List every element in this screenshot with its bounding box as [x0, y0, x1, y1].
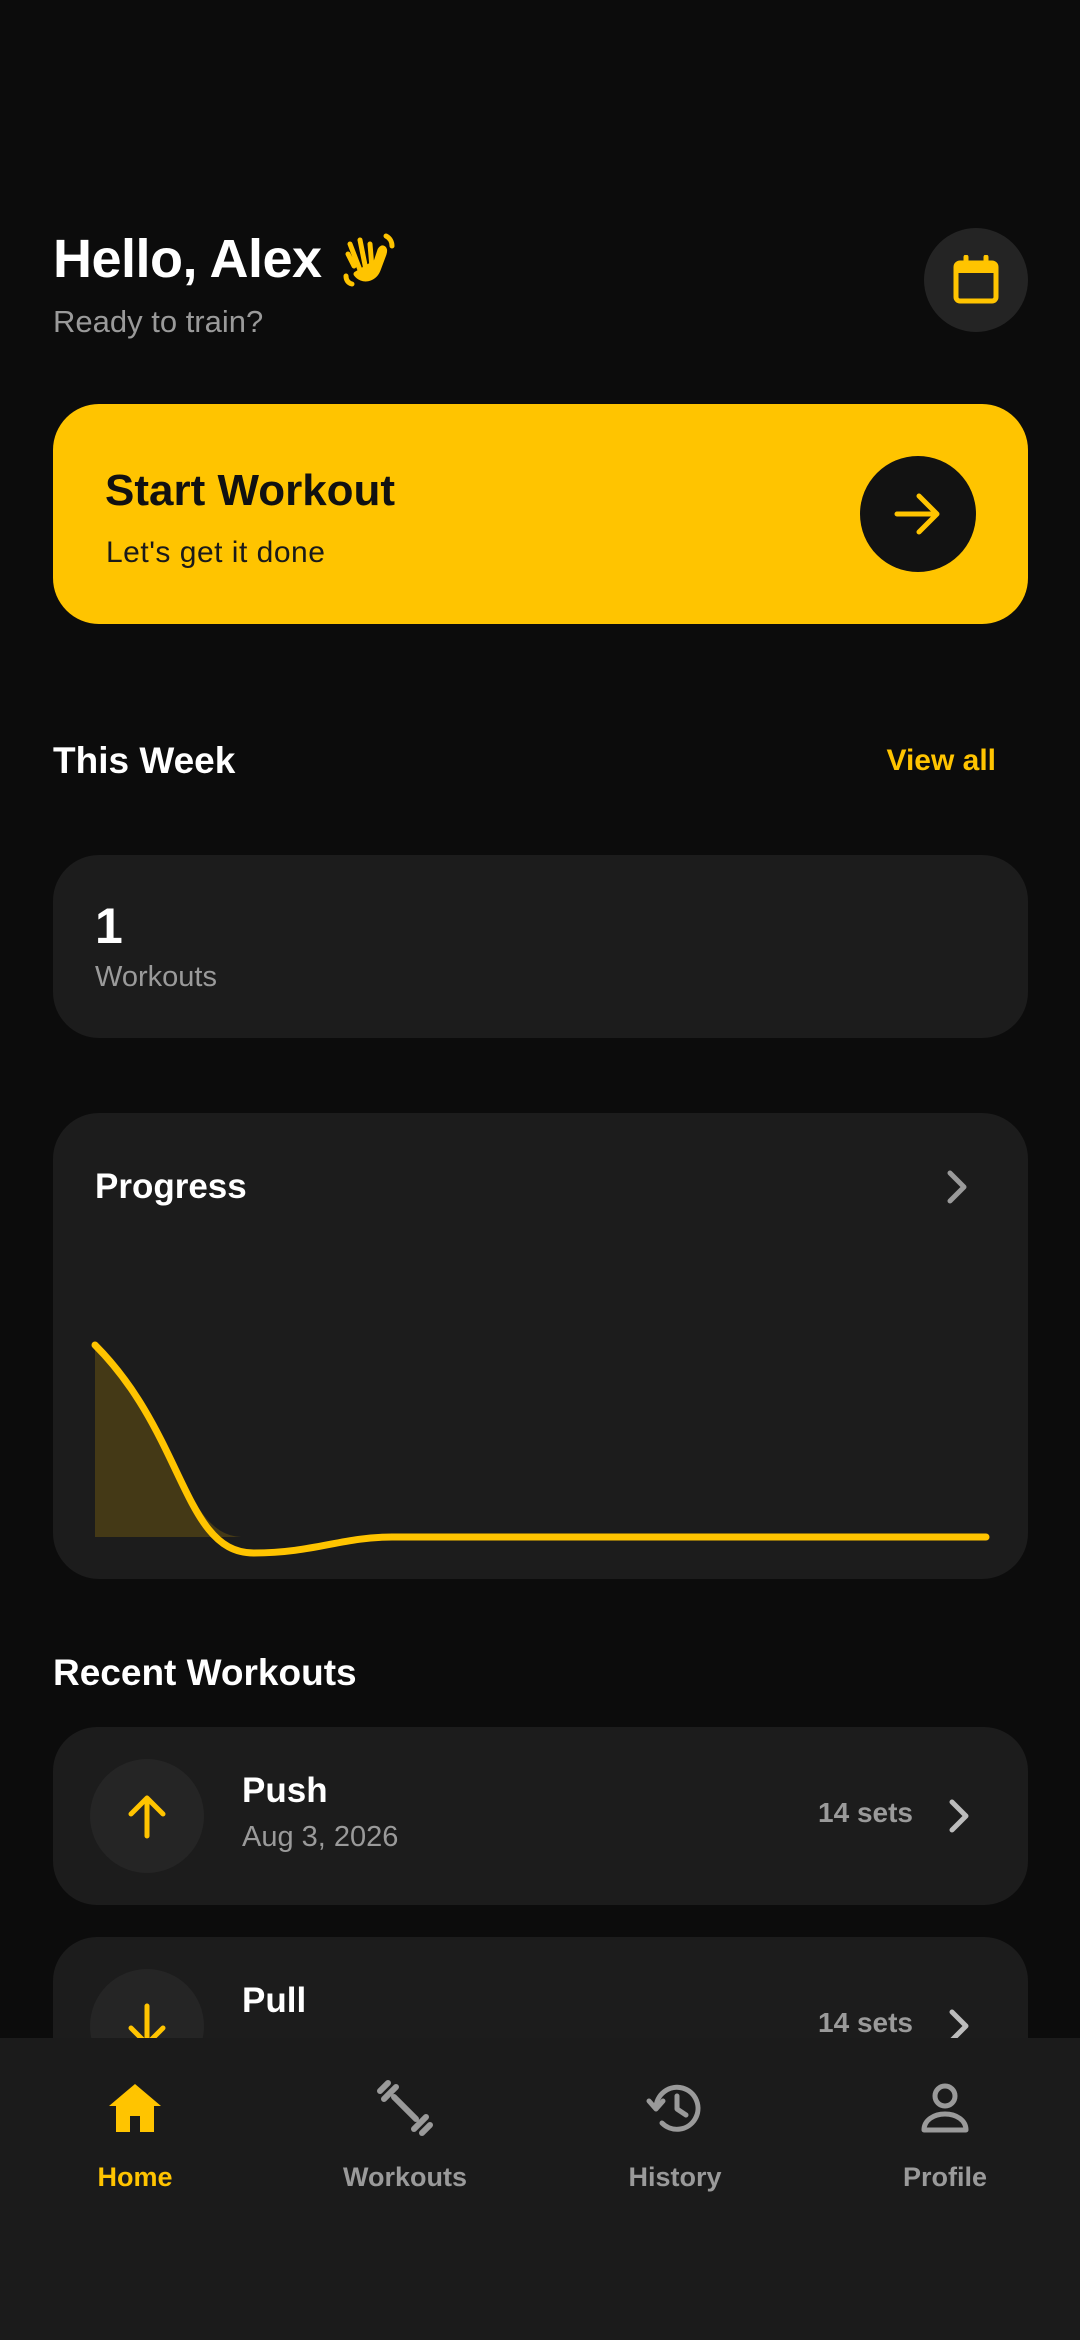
home-icon — [105, 2078, 165, 2138]
workout-icon-circle — [90, 1759, 204, 1873]
nav-label: Profile — [902, 2162, 988, 2192]
workout-name: Push — [242, 1771, 328, 1810]
header: Hello, Alex Ready to train? — [53, 228, 1028, 339]
workout-item-push[interactable]: Push Aug 3, 2026 14 sets — [53, 1727, 1028, 1905]
nav-item-workouts[interactable]: Workouts — [305, 2078, 505, 2228]
greeting-subtitle: Ready to train? — [53, 304, 264, 339]
greeting-row: Hello, Alex — [53, 228, 1028, 290]
arrow-up-icon — [128, 1795, 166, 1839]
nav-item-history[interactable]: History — [575, 2078, 775, 2228]
progress-area-fill — [95, 1345, 986, 1537]
start-workout-title: Start Workout — [105, 466, 396, 515]
progress-card[interactable]: Progress — [53, 1113, 1028, 1579]
nav-label: Workouts — [342, 2162, 467, 2192]
workout-date: Aug 3, 2026 — [242, 1821, 399, 1853]
start-workout-button[interactable] — [860, 456, 976, 572]
nav-label: History — [628, 2162, 722, 2192]
greeting-text: Hello, Alex — [53, 229, 322, 289]
nav-item-profile[interactable]: Profile — [845, 2078, 1045, 2228]
view-all-link[interactable]: View all — [886, 744, 996, 778]
nav-label: Home — [97, 2162, 173, 2192]
workouts-count-label: Workouts — [95, 961, 217, 993]
progress-line — [91, 1341, 990, 1557]
chevron-right-icon — [949, 1799, 969, 1833]
weekly-stat-card[interactable]: 1 Workouts — [53, 855, 1028, 1038]
start-workout-card[interactable]: Start Workout Let's get it done — [53, 404, 1028, 624]
workout-sets: 14 sets — [818, 2007, 913, 2038]
recent-workouts-title: Recent Workouts — [53, 1652, 357, 1693]
nav-item-home[interactable]: Home — [35, 2078, 235, 2228]
progress-title: Progress — [95, 1167, 247, 1206]
calendar-icon — [953, 255, 999, 304]
arrow-right-icon — [894, 493, 940, 535]
waving-hand-icon — [340, 230, 398, 288]
person-icon — [915, 2078, 975, 2138]
bottom-navigation: Home Workouts History Profile — [0, 2038, 1080, 2340]
calendar-button[interactable] — [924, 228, 1028, 332]
this-week-title: This Week — [53, 740, 236, 781]
workouts-count: 1 — [95, 898, 123, 954]
chevron-right-icon[interactable] — [936, 1167, 976, 1207]
workout-sets: 14 sets — [818, 1797, 913, 1828]
workout-name: Pull — [242, 1981, 307, 2020]
dumbbell-icon — [375, 2078, 435, 2138]
start-workout-subtitle: Let's get it done — [106, 536, 326, 569]
history-icon — [645, 2078, 705, 2138]
